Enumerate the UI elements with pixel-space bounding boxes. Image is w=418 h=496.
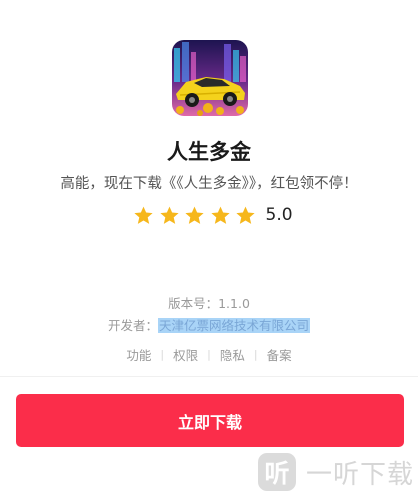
- developer-name: 天津亿票网络技术有限公司: [158, 318, 311, 333]
- star-icon: [210, 206, 230, 224]
- sports-car-icon: [172, 40, 248, 116]
- star-icon: [159, 206, 179, 224]
- divider: [0, 376, 418, 377]
- app-icon: [172, 40, 248, 116]
- watermark-logo-icon: 听: [258, 453, 296, 491]
- star-icon: [134, 206, 153, 224]
- rating-value: 5.0: [265, 205, 293, 225]
- star-icon: [236, 206, 255, 224]
- star-icon: [185, 206, 204, 224]
- link-separator: |: [253, 348, 258, 361]
- download-button[interactable]: 立即下载: [16, 394, 404, 447]
- app-name: 人生多金: [167, 140, 251, 164]
- link-separator: |: [160, 348, 165, 361]
- version-number: 版本号：1.1.0: [168, 296, 250, 311]
- watermark-text: 一听下载: [306, 459, 415, 490]
- rating: 5.0: [133, 203, 293, 227]
- site-watermark: 听 一听下载: [258, 452, 414, 492]
- link-permissions[interactable]: 权限: [171, 345, 200, 364]
- link-filing[interactable]: 备案: [265, 345, 294, 364]
- link-privacy[interactable]: 隐私: [218, 345, 247, 364]
- link-features[interactable]: 功能: [124, 345, 153, 364]
- info-links: 功能 | 权限 | 隐私 | 备案: [0, 345, 418, 364]
- developer-label: 开发者：: [107, 318, 158, 333]
- developer-info: 开发者：天津亿票网络技术有限公司: [0, 315, 418, 334]
- link-separator: |: [207, 348, 211, 361]
- app-tagline: 高能，现在下载《《人生多金》》，红包领不停！: [60, 176, 358, 192]
